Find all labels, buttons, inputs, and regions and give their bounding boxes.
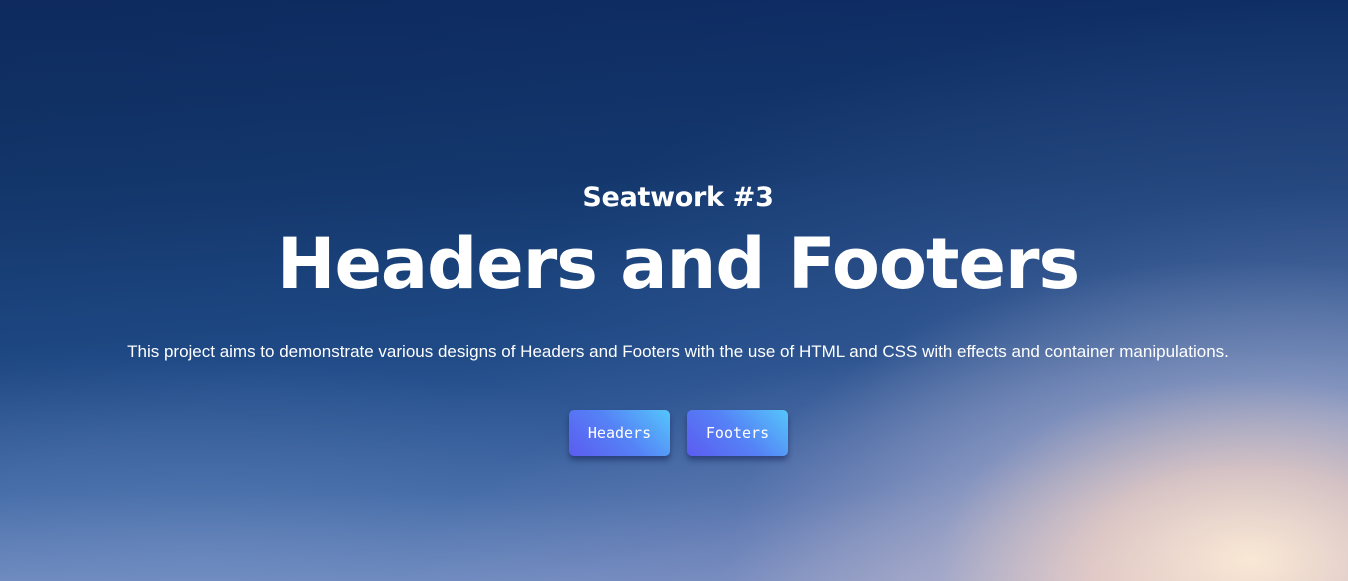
footers-button[interactable]: Footers [687,410,788,456]
hero-kicker: Seatwork #3 [582,182,774,213]
hero-content: Seatwork #3 Headers and Footers This pro… [0,0,1348,581]
page-title: Headers and Footers [276,223,1080,305]
headers-button[interactable]: Headers [569,410,670,456]
hero-description: This project aims to demonstrate various… [127,342,1229,361]
